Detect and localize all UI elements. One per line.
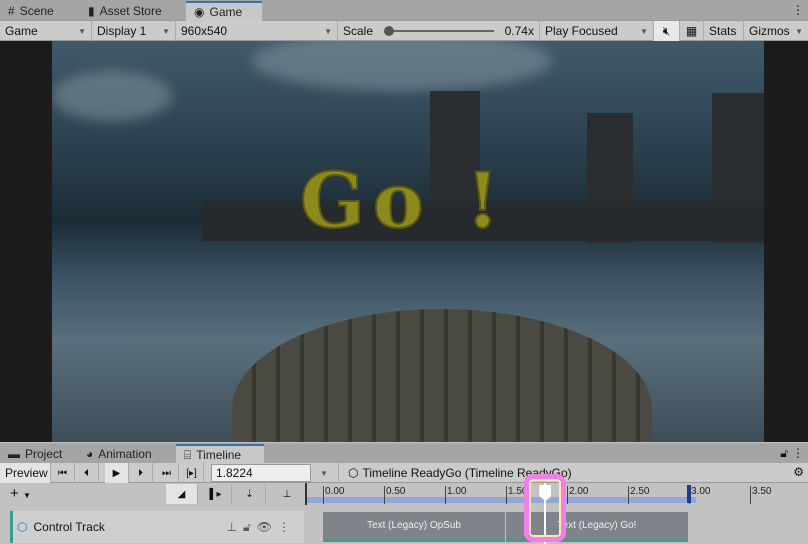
clip-opsub[interactable]: Text (Legacy) OpSub (323, 512, 505, 542)
bag-icon: ▮ (88, 4, 95, 18)
ruler-tick (750, 486, 751, 504)
next-frame-button[interactable]: ⏵ (129, 463, 153, 483)
track-header-control-track[interactable]: ⬡ Control Track ⊥🔓︎👁︎⋮ (10, 511, 304, 543)
ruler-tick (567, 486, 568, 504)
slider-handle[interactable] (383, 26, 394, 36)
game-render: Go ! (52, 41, 764, 442)
mute-icon: 🔇︎ (662, 23, 671, 38)
folder-icon: ▬ (8, 447, 20, 461)
timeline-dropdown[interactable]: ▼ (315, 463, 339, 483)
gamepad-icon: ◉ (194, 5, 205, 19)
timeline-asset-icon: ⬡ (348, 466, 359, 480)
gear-icon[interactable]: ⚙ (793, 465, 804, 479)
preview-button[interactable]: Preview (0, 463, 51, 483)
ruler-tick-label: 3.50 (752, 486, 772, 497)
ruler-tick-label: 3.00 (691, 486, 711, 497)
add-track-button[interactable]: + ▼ (10, 485, 31, 502)
snap-button[interactable]: ⇣ (234, 484, 266, 504)
end-marker[interactable] (687, 485, 691, 503)
ruler-tick-label: 0.50 (386, 486, 406, 497)
go-to-start-button[interactable]: ⏮ (51, 463, 75, 483)
chevron-down-icon: ▼ (78, 26, 86, 36)
duration-bar (307, 497, 696, 503)
display-dropdown[interactable]: Display 1 ▼ (92, 21, 176, 41)
eye-icon[interactable]: 👁︎ (257, 520, 278, 534)
previous-frame-button[interactable]: ⏴ (75, 463, 99, 483)
play-button[interactable]: ▶ (105, 463, 129, 483)
ripple-button[interactable]: ▌▸ (200, 484, 232, 504)
film-icon: ⌸ (184, 447, 192, 462)
tab-animation[interactable]: ◕ Animation (78, 444, 160, 464)
chevron-down-icon: ▼ (795, 26, 803, 36)
ruler-tick-label: 2.00 (569, 486, 589, 497)
ruler-tick-label: 0.00 (325, 486, 345, 497)
boat-deck (232, 309, 652, 442)
lock-icon[interactable]: 🔓︎ (780, 446, 788, 461)
pin-icon[interactable]: ⊥ (227, 520, 243, 534)
mute-audio-button[interactable]: 🔇︎ (654, 21, 680, 41)
chevron-down-icon: ▼ (162, 26, 170, 36)
grid-icon: # (8, 4, 15, 18)
stats-button[interactable]: Stats (704, 21, 744, 41)
grid-icon: ▦ (685, 24, 698, 38)
play-mode-dropdown[interactable]: Play Focused ▼ (540, 21, 654, 41)
chevron-down-icon: ▼ (640, 26, 648, 36)
control-track-icon: ⬡ (17, 520, 28, 534)
tab-game[interactable]: ◉ Game (186, 1, 262, 21)
gizmos-dropdown[interactable]: Gizmos ▼ (744, 21, 808, 41)
bottom-tab-bar: ▬ Project ◕ Animation ⌸ Timeline 🔓︎ ⋮ (0, 443, 808, 464)
grid-button[interactable]: ▦ (680, 21, 704, 41)
tab-scene[interactable]: # Scene (0, 1, 62, 21)
tab-timeline[interactable]: ⌸ Timeline (176, 444, 264, 464)
lock-icon[interactable]: 🔓︎ (243, 520, 257, 534)
ruler-tick (506, 486, 507, 504)
go-to-end-button[interactable]: ⏭ (155, 463, 179, 483)
time-field[interactable]: 1.8224 (211, 464, 311, 482)
more-options-icon[interactable]: ⋮ (792, 446, 804, 460)
view-dropdown[interactable]: Game ▼ (0, 21, 92, 41)
go-text: Go ! (299, 155, 508, 246)
editor-tab-bar: # Scene ▮ Asset Store ◉ Game ⋮ (0, 0, 808, 21)
ruler-tick-label: 1.00 (447, 486, 467, 497)
tab-asset-store[interactable]: ▮ Asset Store (80, 1, 170, 21)
game-toolbar: Game ▼ Display 1 ▼ 960x540 ▼ Scale 0.74x Pla… (0, 21, 808, 41)
more-options-icon[interactable]: ⋮ (278, 520, 296, 534)
ruler-tick (628, 486, 629, 504)
ruler-tick-label: 2.50 (630, 486, 650, 497)
highlight-marker (524, 474, 567, 542)
chevron-down-icon: ▼ (324, 26, 332, 36)
scale-slider[interactable]: Scale 0.74x (338, 21, 540, 41)
track-row: ⬡ Control Track ⊥🔓︎👁︎⋮ Text (Legacy) OpS… (0, 505, 808, 544)
tab-project[interactable]: ▬ Project (0, 444, 70, 464)
timeline-ruler-row: + ▼ ◢ ▌▸ ⇣ ⊥ 0.00 0.50 1.00 1.50 2.00 2.50 3.0… (0, 483, 808, 544)
play-range-button[interactable]: [▸] (180, 463, 204, 483)
clock-icon: ◕ (86, 447, 94, 461)
more-options-icon[interactable]: ⋮ (792, 3, 804, 17)
timeline-toolbar: Preview ⏮ ⏴ ▶ ⏵ ⏭ [▸] 1.8224 ▼ ⬡ Timeline… (0, 463, 808, 483)
ruler-tick (323, 486, 324, 504)
ruler-tick (384, 486, 385, 504)
resolution-dropdown[interactable]: 960x540 ▼ (176, 21, 338, 41)
game-view[interactable]: Go ! (0, 41, 808, 442)
pin-icon[interactable]: ⊥ (275, 484, 299, 504)
curves-button[interactable]: ◢ (166, 484, 198, 504)
ruler-tick (445, 486, 446, 504)
